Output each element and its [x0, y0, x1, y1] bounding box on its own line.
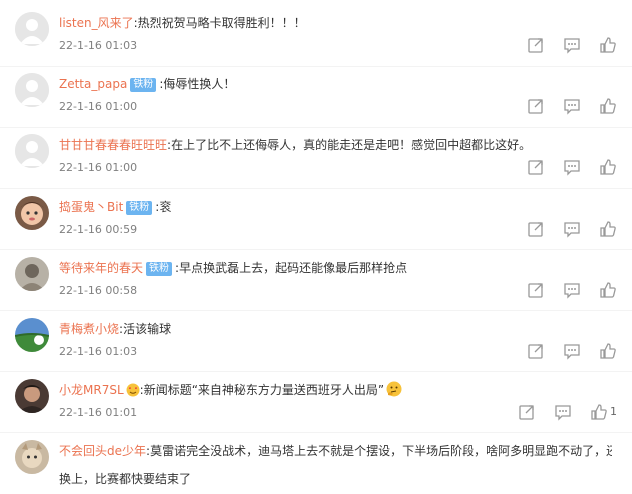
username-link[interactable]: 等待来年的春天 — [59, 261, 143, 275]
avatar[interactable] — [15, 257, 49, 291]
comment-actions — [514, 281, 617, 299]
comment-text-continued: 换上，比赛都快要结束了 — [59, 472, 192, 486]
thumbs-up-icon[interactable] — [599, 342, 617, 360]
fan-badge: 铁粉 — [126, 201, 153, 215]
divider — [0, 432, 632, 433]
comment-list: listen_风来了:热烈祝贺马略卡取得胜利！！！ 22-1-16 01:03 … — [0, 0, 632, 486]
comment-item: 甘甘甘春春春旺旺旺:在上了比不上还侮辱人，真的能走还是走吧！感觉回中超都比这好。… — [0, 128, 632, 188]
comment-icon[interactable] — [563, 158, 581, 176]
comment-actions — [514, 220, 617, 238]
repost-icon[interactable] — [527, 281, 545, 299]
comment-time: 22-1-16 01:00 — [59, 161, 138, 174]
thumbs-up-icon[interactable] — [599, 158, 617, 176]
thumbs-up-icon[interactable] — [599, 36, 617, 54]
divider — [0, 310, 632, 311]
repost-icon[interactable] — [527, 36, 545, 54]
comment-text: 热烈祝贺马略卡取得胜利！！！ — [137, 16, 306, 30]
comment-line: 小龙MR7SL:新闻标题“来自神秘东方力量送西班牙人出局” — [59, 381, 612, 402]
comment-time: 22-1-16 01:03 — [59, 345, 138, 358]
comment-actions — [514, 158, 617, 176]
comment-text: 侮辱性换人！ — [163, 77, 236, 91]
fan-badge: 铁粉 — [130, 78, 157, 92]
comment-item: listen_风来了:热烈祝贺马略卡取得胜利！！！ 22-1-16 01:03 — [0, 6, 632, 66]
comment-text: 莫雷诺完全没战术，迪马塔上去不就是个摆设，下半场后阶段，啥阿多明显跑不动了，还不 — [150, 444, 612, 458]
comment-line: 捣蛋鬼丶Bit 铁粉:衮 — [59, 198, 612, 216]
thumbs-up-icon[interactable] — [599, 281, 617, 299]
thumbs-up-icon[interactable] — [599, 97, 617, 115]
thumbs-up-icon[interactable] — [599, 220, 617, 238]
username-link[interactable]: 甘甘甘春春春旺旺旺 — [59, 138, 167, 152]
username-link[interactable]: listen_风来了 — [59, 16, 134, 30]
repost-icon[interactable] — [527, 158, 545, 176]
comment-icon[interactable] — [563, 36, 581, 54]
username-link[interactable]: Zetta_papa — [59, 77, 127, 91]
comment-actions: 1 — [505, 403, 617, 421]
divider — [0, 249, 632, 250]
username-link[interactable]: 青梅煮小烧 — [59, 322, 119, 336]
comment-line: 等待来年的春天 铁粉:早点换武磊上去，起码还能像最后那样抢点 — [59, 259, 612, 277]
comment-time: 22-1-16 00:59 — [59, 223, 138, 236]
comment-item: 青梅煮小烧:活该输球 22-1-16 01:03 — [0, 312, 632, 372]
comment-text: 新闻标题“来自神秘东方力量送西班牙人出局” — [143, 383, 385, 397]
comment-time: 22-1-16 01:00 — [59, 100, 138, 113]
repost-icon[interactable] — [527, 97, 545, 115]
comment-actions — [514, 97, 617, 115]
comment-text: 早点换武磊上去，起码还能像最后那样抢点 — [179, 261, 408, 275]
repost-icon[interactable] — [518, 403, 536, 421]
comment-time: 22-1-16 01:03 — [59, 39, 138, 52]
thumbs-up-icon[interactable] — [590, 403, 608, 421]
comment-actions — [514, 342, 617, 360]
repost-icon[interactable] — [527, 220, 545, 238]
avatar[interactable] — [15, 73, 49, 107]
avatar[interactable] — [15, 134, 49, 168]
avatar[interactable] — [15, 379, 49, 413]
comment-text: 活该输球 — [123, 322, 172, 336]
comment-line: Zetta_papa 铁粉:侮辱性换人！ — [59, 75, 612, 93]
avatar[interactable] — [15, 12, 49, 46]
star-eyes-emoji-icon — [126, 383, 140, 402]
comment-text: 在上了比不上还侮辱人，真的能走还是走吧！感觉回中超都比这好。 — [171, 138, 532, 152]
divider — [0, 188, 632, 189]
comment-text: 衮 — [159, 200, 172, 214]
repost-icon[interactable] — [527, 342, 545, 360]
comment-item: 等待来年的春天 铁粉:早点换武磊上去，起码还能像最后那样抢点 22-1-16 00… — [0, 251, 632, 311]
avatar[interactable] — [15, 318, 49, 352]
comment-item: 小龙MR7SL:新闻标题“来自神秘东方力量送西班牙人出局” 22-1-16 01… — [0, 373, 632, 433]
avatar[interactable] — [15, 196, 49, 230]
username-link[interactable]: 不会回头de少年 — [59, 444, 146, 458]
comment-line: listen_风来了:热烈祝贺马略卡取得胜利！！！ — [59, 14, 612, 32]
fan-badge: 铁粉 — [146, 262, 173, 276]
comment-item: 捣蛋鬼丶Bit 铁粉:衮 22-1-16 00:59 — [0, 190, 632, 250]
thinking-emoji-icon — [386, 381, 402, 402]
username-link[interactable]: 捣蛋鬼丶Bit — [59, 200, 123, 214]
comment-icon[interactable] — [563, 342, 581, 360]
divider — [0, 371, 632, 372]
comment-icon[interactable] — [554, 403, 572, 421]
comment-time: 22-1-16 01:01 — [59, 406, 138, 419]
comment-icon[interactable] — [563, 97, 581, 115]
comment-line: 甘甘甘春春春旺旺旺:在上了比不上还侮辱人，真的能走还是走吧！感觉回中超都比这好。 — [59, 136, 612, 154]
comment-line: 不会回头de少年:莫雷诺完全没战术，迪马塔上去不就是个摆设，下半场后阶段，啥阿多… — [59, 442, 612, 460]
comment-icon[interactable] — [563, 281, 581, 299]
like-count: 1 — [610, 405, 617, 418]
comment-actions — [514, 36, 617, 54]
comment-icon[interactable] — [563, 220, 581, 238]
comment-item: Zetta_papa 铁粉:侮辱性换人！ 22-1-16 01:00 — [0, 67, 632, 127]
username-link[interactable]: 小龙MR7SL — [59, 383, 124, 397]
comment-line: 青梅煮小烧:活该输球 — [59, 320, 612, 338]
comment-time: 22-1-16 00:58 — [59, 284, 138, 297]
